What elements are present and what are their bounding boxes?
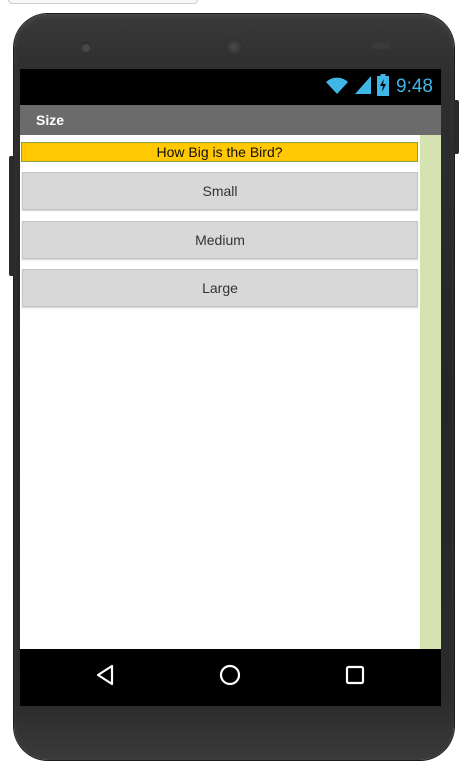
medium-button[interactable]: Medium — [22, 221, 418, 259]
large-button[interactable]: Large — [22, 269, 418, 307]
browser-tab-fragment — [8, 0, 198, 4]
signal-icon — [354, 75, 372, 100]
navigation-bar — [20, 649, 441, 706]
recents-square-icon — [344, 664, 366, 691]
front-camera — [224, 38, 244, 56]
proximity-sensor — [372, 43, 390, 49]
status-bar: 9:48 — [20, 69, 441, 105]
status-clock: 9:48 — [396, 76, 433, 97]
volume-button — [9, 156, 15, 276]
screen-title: Size — [36, 112, 65, 128]
status-icons: 9:48 — [325, 73, 433, 101]
back-triangle-icon — [94, 663, 116, 692]
back-button[interactable] — [90, 663, 120, 691]
small-button[interactable]: Small — [22, 172, 418, 210]
side-arrangement-strip — [420, 135, 441, 649]
recents-button[interactable] — [340, 663, 370, 691]
home-circle-icon — [218, 663, 242, 692]
front-sensor-dot — [81, 42, 91, 52]
power-button — [453, 100, 459, 154]
screen-title-bar: Size — [20, 105, 441, 135]
home-button[interactable] — [215, 663, 245, 691]
screen-content: How Big is the Bird? Small Medium Large — [20, 135, 441, 649]
battery-charging-icon — [377, 73, 390, 101]
device-screen: 9:48 Size How Big is the Bird? Small Med… — [20, 69, 441, 706]
wifi-icon — [325, 75, 349, 100]
question-label: How Big is the Bird? — [21, 142, 418, 162]
